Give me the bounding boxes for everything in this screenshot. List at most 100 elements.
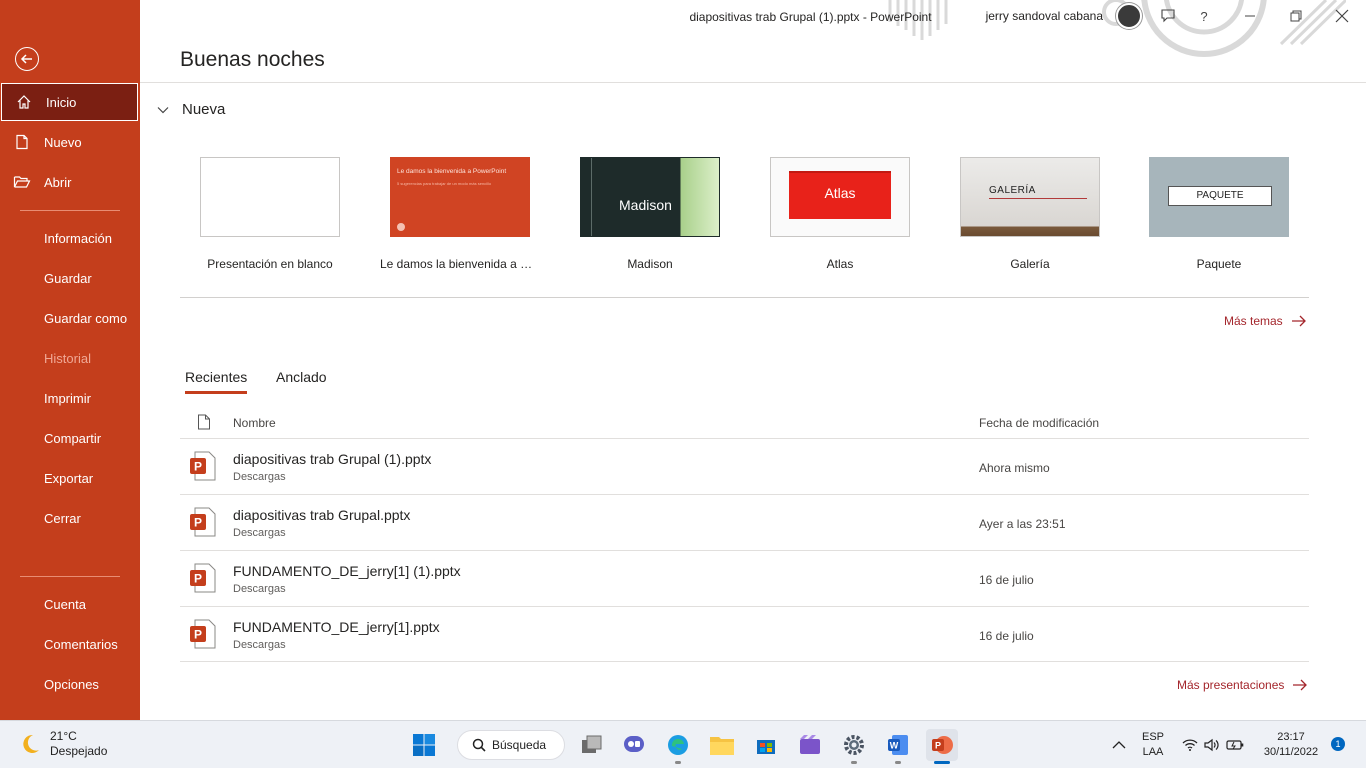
input-language[interactable]: ESP LAA: [1138, 730, 1168, 760]
task-view-button[interactable]: [576, 729, 608, 761]
back-button[interactable]: [15, 47, 39, 71]
sidebar-item-guardar[interactable]: Guardar: [0, 259, 140, 297]
help-icon[interactable]: ?: [1194, 6, 1214, 26]
sidebar-item-exportar[interactable]: Exportar: [0, 459, 140, 497]
sidebar-item-label: Historial: [44, 350, 91, 366]
weather-temp: 21°C: [50, 729, 77, 743]
sidebar-item-label: Guardar como: [44, 310, 128, 326]
column-header-name[interactable]: Nombre: [233, 416, 276, 430]
template-thumbnail: Madison: [580, 157, 720, 237]
template-blank[interactable]: Presentación en blanco: [190, 157, 350, 271]
clock-time: 23:17: [1277, 731, 1305, 743]
thumbnail-title: GALERÍA: [989, 185, 1036, 196]
sidebar-item-label: Comentarios: [44, 636, 118, 652]
tab-anclado[interactable]: Anclado: [276, 369, 327, 391]
feedback-icon[interactable]: [1158, 6, 1178, 26]
template-madison[interactable]: Madison Madison: [570, 157, 730, 271]
new-section-toggle[interactable]: Nueva: [156, 101, 225, 118]
arrow-right-icon: [1293, 679, 1308, 691]
store-icon: [757, 740, 775, 754]
file-location: Descargas: [233, 639, 286, 651]
wifi-icon: [1182, 739, 1198, 751]
minimize-icon[interactable]: [1240, 6, 1260, 26]
taskbar-app-clipchamp[interactable]: [794, 729, 826, 761]
svg-text:P: P: [935, 741, 941, 751]
sidebar-item-compartir[interactable]: Compartir: [0, 419, 140, 457]
template-name: Presentación en blanco: [207, 257, 333, 271]
template-thumbnail: [200, 157, 340, 237]
chevron-up-icon: [1112, 741, 1126, 749]
file-row[interactable]: P diapositivas trab Grupal (1).pptx Desc…: [180, 438, 1309, 494]
avatar[interactable]: [1116, 3, 1142, 29]
search-label: Búsqueda: [492, 738, 547, 752]
taskbar-app-chat[interactable]: [618, 729, 650, 761]
battery-icon: [1226, 740, 1244, 750]
close-icon[interactable]: [1332, 6, 1352, 26]
powerpoint-file-icon: P: [190, 451, 216, 481]
sidebar-item-informacion[interactable]: Información: [0, 219, 140, 257]
file-row[interactable]: P diapositivas trab Grupal.pptx Descarga…: [180, 494, 1309, 550]
document-title: diapositivas trab Grupal (1).pptx - Powe…: [689, 10, 932, 24]
sidebar-item-comentarios[interactable]: Comentarios: [0, 625, 140, 663]
file-row[interactable]: P FUNDAMENTO_DE_jerry[1] (1).pptx Descar…: [180, 550, 1309, 606]
taskbar-app-settings[interactable]: [838, 729, 870, 764]
template-atlas[interactable]: Atlas Atlas: [760, 157, 920, 271]
restore-icon[interactable]: [1286, 6, 1306, 26]
sidebar-item-imprimir[interactable]: Imprimir: [0, 379, 140, 417]
taskbar-search[interactable]: Búsqueda: [457, 730, 565, 760]
sidebar-item-cerrar[interactable]: Cerrar: [0, 499, 140, 537]
template-welcome[interactable]: Le damos la bienvenida a PowerPoint 5 su…: [380, 157, 540, 271]
sidebar-item-opciones[interactable]: Opciones: [0, 665, 140, 703]
weather-desc: Despejado: [50, 744, 108, 758]
tab-recientes[interactable]: Recientes: [185, 369, 248, 394]
keyboard-layout: LAA: [1142, 746, 1164, 758]
sidebar-divider: [20, 576, 120, 577]
taskbar-app-word[interactable]: W: [882, 729, 914, 764]
file-date: 16 de julio: [979, 573, 1034, 587]
notification-badge[interactable]: 1: [1331, 737, 1345, 751]
clock[interactable]: 23:17 30/11/2022: [1256, 730, 1326, 760]
volume-icon: [1204, 738, 1219, 752]
sidebar-item-cuenta[interactable]: Cuenta: [0, 585, 140, 623]
column-header-date[interactable]: Fecha de modificación: [979, 416, 1099, 430]
user-name[interactable]: jerry sandoval cabana: [986, 9, 1103, 23]
task-view-icon: [582, 735, 602, 753]
sidebar-item-guardar-como[interactable]: Guardar como: [0, 299, 140, 337]
sidebar-item-abrir[interactable]: Abrir: [0, 163, 140, 201]
folder-open-icon: [0, 174, 44, 190]
taskbar-app-file-explorer[interactable]: [706, 729, 738, 761]
sidebar-item-label: Inicio: [46, 94, 77, 110]
quick-settings-button[interactable]: [1180, 729, 1246, 761]
file-date: Ayer a las 23:51: [979, 517, 1066, 531]
file-date: Ahora mismo: [979, 461, 1050, 475]
file-name: FUNDAMENTO_DE_jerry[1] (1).pptx: [233, 563, 461, 579]
sidebar-item-inicio[interactable]: Inicio: [1, 83, 138, 121]
thumbnail-title: Le damos la bienvenida a PowerPoint: [397, 168, 507, 175]
taskbar-app-edge[interactable]: [662, 729, 694, 764]
more-presentations-link[interactable]: Más presentaciones: [1177, 678, 1308, 692]
taskbar-app-store[interactable]: [750, 729, 782, 761]
clock-date: 30/11/2022: [1263, 746, 1319, 758]
powerpoint-file-icon: P: [190, 563, 216, 593]
title-decoration-pattern: [888, 0, 1346, 57]
template-paquete[interactable]: PAQUETE Paquete: [1139, 157, 1299, 271]
file-location: Descargas: [233, 527, 286, 539]
word-icon: W: [888, 735, 908, 755]
section-divider: [180, 297, 1309, 298]
back-arrow-icon: [20, 54, 32, 64]
start-button[interactable]: [408, 729, 440, 761]
file-date: 16 de julio: [979, 629, 1034, 643]
thumbnail-subtitle: 5 sugerencias para trabajar de un modo m…: [397, 181, 492, 186]
sidebar-item-label: Guardar: [44, 270, 92, 286]
taskbar-app-powerpoint[interactable]: P: [926, 729, 958, 764]
more-themes-link[interactable]: Más temas: [1224, 314, 1307, 328]
template-galeria[interactable]: GALERÍA Galería: [950, 157, 1110, 271]
show-hidden-icons-button[interactable]: [1104, 729, 1134, 761]
weather-widget[interactable]: 21°C Despejado: [18, 729, 107, 759]
search-icon: [472, 738, 486, 752]
sidebar-item-label: Cerrar: [44, 510, 81, 526]
sidebar-item-nuevo[interactable]: Nuevo: [0, 123, 140, 161]
sidebar-item-label: Imprimir: [44, 390, 91, 406]
file-location: Descargas: [233, 471, 286, 483]
file-row[interactable]: P FUNDAMENTO_DE_jerry[1].pptx Descargas …: [180, 606, 1309, 662]
